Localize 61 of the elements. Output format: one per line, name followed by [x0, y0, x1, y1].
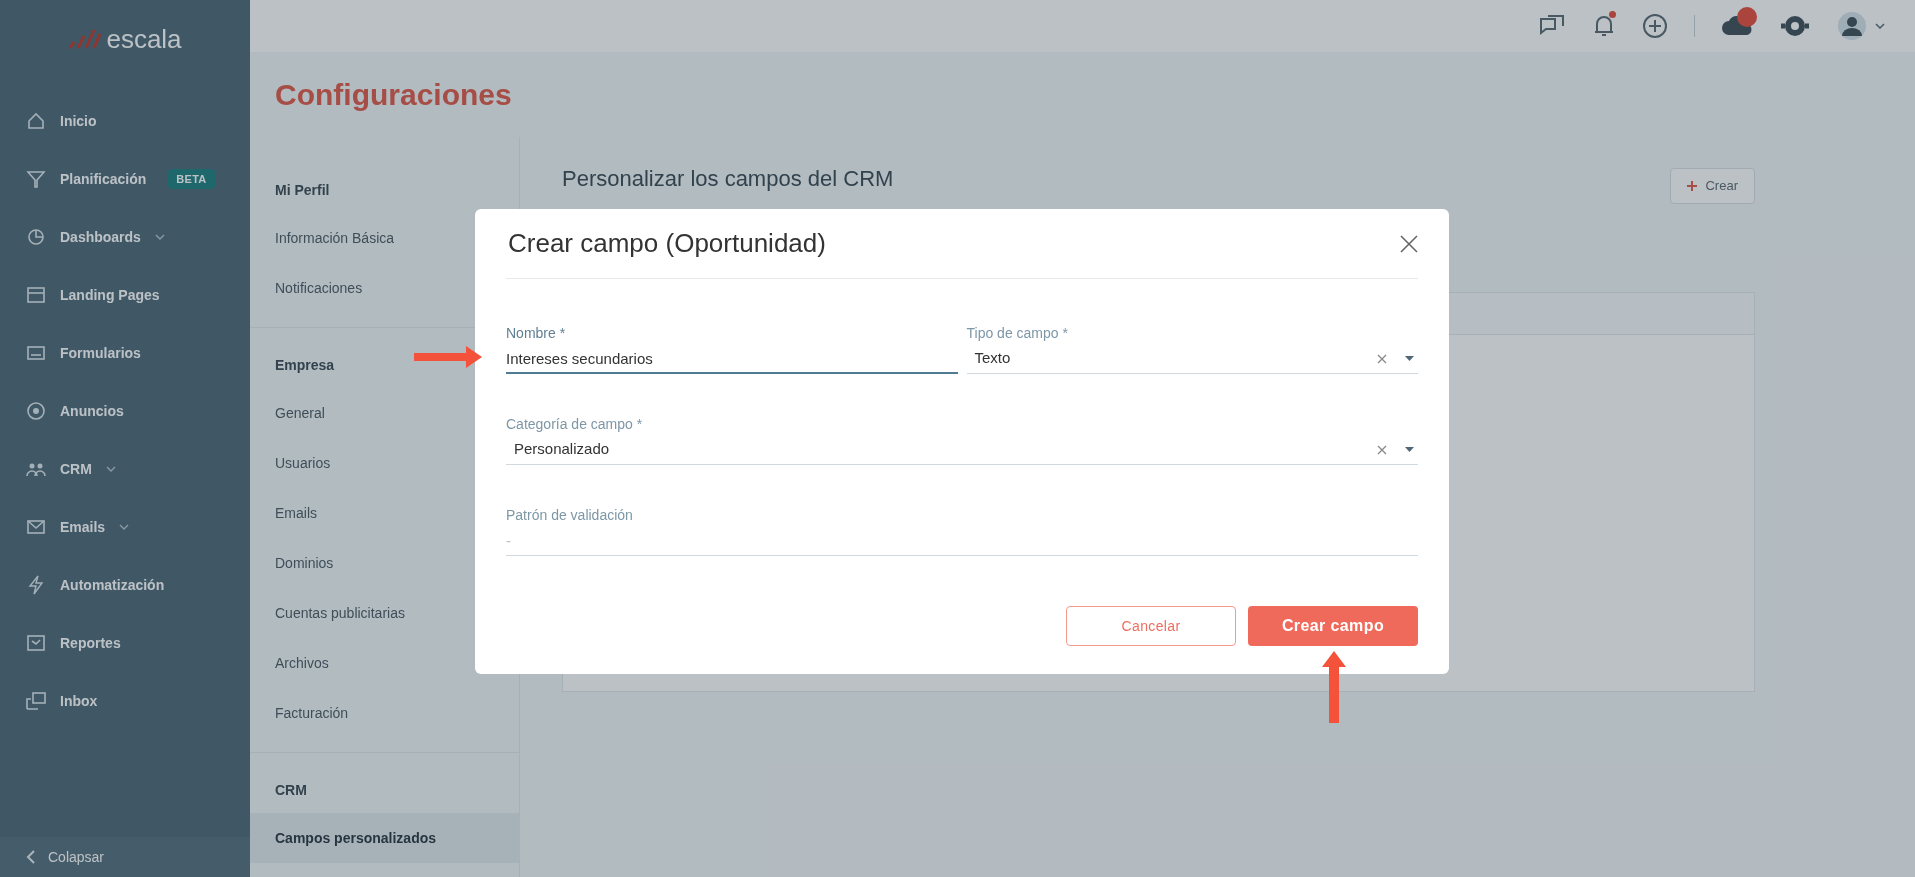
dropdown-caret-icon[interactable] [1405, 356, 1414, 361]
pie-chart-icon [26, 227, 46, 247]
field-label: Nombre * [506, 324, 567, 343]
dropdown-caret-icon[interactable] [1405, 447, 1414, 452]
settings-group-heading: CRM [274, 780, 308, 800]
plus-icon [1687, 181, 1698, 191]
avatar-icon[interactable] [1837, 11, 1867, 41]
home-icon [26, 111, 46, 131]
sidebar-item[interactable]: Inbox [26, 672, 224, 730]
annotation-arrow [414, 346, 482, 368]
funnel-icon [26, 169, 46, 189]
settings-group-heading: Mi Perfil [274, 180, 331, 200]
settings-menu-item[interactable]: Facturación [250, 688, 519, 738]
inbox-icon [26, 691, 46, 711]
chevron-down-icon [119, 524, 130, 530]
page-title: Configuraciones [274, 77, 513, 113]
form-icon [26, 343, 46, 363]
annotation-arrow [1322, 651, 1346, 723]
clear-icon[interactable] [1377, 444, 1387, 455]
plus-circle-icon[interactable] [1642, 13, 1668, 39]
sidebar-item[interactable]: Planificación BETA [26, 150, 224, 208]
logo-bars-icon [68, 28, 103, 50]
sidebar-item[interactable]: Dashboards [26, 208, 224, 266]
field-label: Categoría de campo * [506, 415, 644, 434]
modal-title: Crear campo (Oportunidad) [507, 227, 826, 260]
sidebar-item[interactable]: Landing Pages [26, 266, 224, 324]
chevron-left-icon [26, 850, 36, 864]
input-field[interactable]: Intereses secundarios [506, 344, 958, 374]
clear-icon[interactable] [1377, 353, 1387, 364]
bell-icon[interactable] [1592, 13, 1616, 39]
sidebar-item[interactable]: Emails [26, 498, 224, 556]
settings-menu-item[interactable]: Campos personalizados [250, 813, 519, 863]
target-icon [26, 401, 46, 421]
create-field-button[interactable]: Crear campo [1248, 606, 1418, 646]
count-badge [1737, 7, 1757, 27]
sidebar-item[interactable]: Reportes [26, 614, 224, 672]
sidebar-item[interactable]: Automatización [26, 556, 224, 614]
report-icon [26, 633, 46, 653]
create-button[interactable]: Crear [1670, 168, 1755, 204]
settings-group-heading: Empresa [274, 355, 336, 375]
sidebar-item[interactable]: CRM [26, 440, 224, 498]
lightning-icon [26, 575, 46, 595]
collapse-button[interactable]: Colapsar [48, 846, 105, 868]
sidebar-item[interactable]: Anuncios [26, 382, 224, 440]
sidebar-item[interactable]: Inicio [26, 92, 224, 150]
cancel-button[interactable]: Cancelar [1066, 606, 1236, 646]
input-field[interactable]: - [506, 526, 1418, 556]
field-label: Patrón de validación [506, 506, 634, 525]
sidebar-item[interactable]: Formularios [26, 324, 224, 382]
envelope-icon [26, 517, 46, 537]
close-icon[interactable] [1400, 234, 1418, 253]
caret-icon[interactable] [1875, 23, 1885, 29]
logo-text: escala [106, 22, 182, 56]
chevron-down-icon [105, 466, 116, 472]
layout-icon [26, 285, 46, 305]
chevron-down-icon [154, 234, 165, 240]
field-label: Tipo de campo * [966, 324, 1069, 343]
select-field[interactable]: Personalizado [506, 435, 1418, 465]
select-field[interactable]: Texto [966, 344, 1418, 374]
beta-badge: BETA [168, 168, 215, 190]
section-heading: Personalizar los campos del CRM [562, 164, 894, 193]
